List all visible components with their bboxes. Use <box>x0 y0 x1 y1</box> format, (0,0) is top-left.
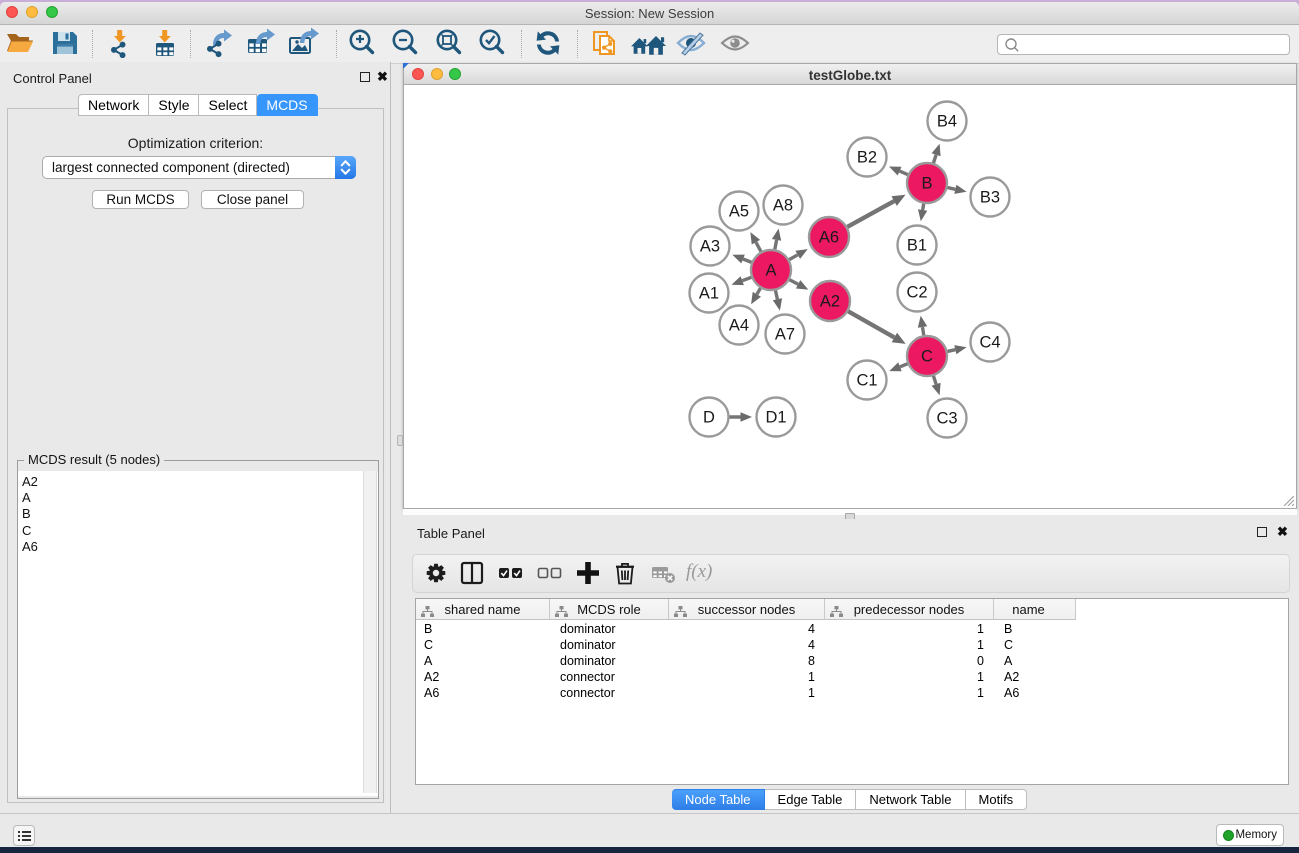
svg-text:B3: B3 <box>980 189 1000 207</box>
svg-text:A8: A8 <box>773 197 793 215</box>
svg-text:A5: A5 <box>729 203 749 221</box>
svg-text:A2: A2 <box>820 293 840 311</box>
svg-text:D1: D1 <box>765 409 786 427</box>
svg-text:C2: C2 <box>906 284 927 302</box>
svg-text:B: B <box>921 175 932 193</box>
svg-text:B4: B4 <box>937 113 957 131</box>
svg-text:C3: C3 <box>936 410 957 428</box>
svg-text:D: D <box>703 409 715 427</box>
svg-text:A7: A7 <box>775 326 795 344</box>
svg-text:A6: A6 <box>819 229 839 247</box>
svg-text:C: C <box>921 348 933 366</box>
svg-text:A3: A3 <box>700 238 720 256</box>
svg-text:C1: C1 <box>856 372 877 390</box>
svg-text:B1: B1 <box>907 237 927 255</box>
svg-text:C4: C4 <box>979 334 1000 352</box>
svg-text:B2: B2 <box>857 149 877 167</box>
svg-text:A4: A4 <box>729 317 749 335</box>
svg-text:A1: A1 <box>699 285 719 303</box>
svg-text:A: A <box>765 262 776 280</box>
